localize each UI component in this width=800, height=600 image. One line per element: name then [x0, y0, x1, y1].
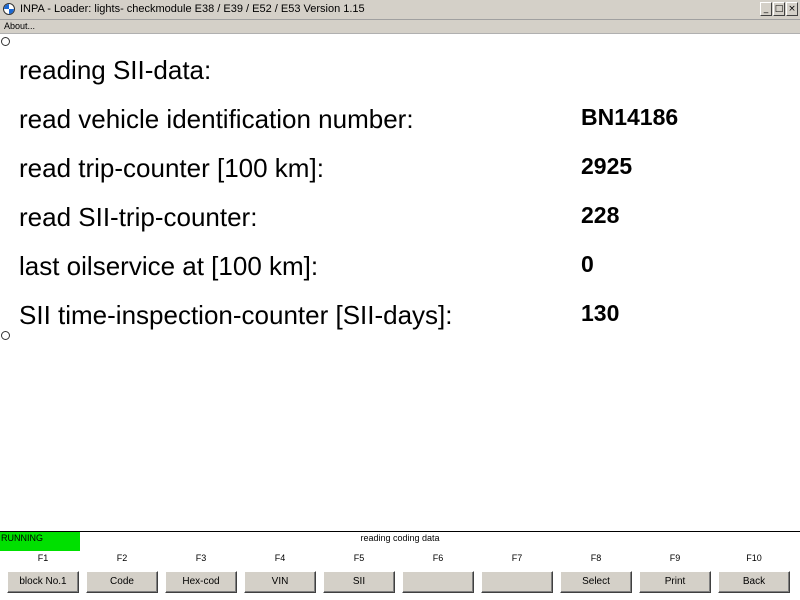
- content-area: reading SII-data: read vehicle identific…: [0, 35, 800, 530]
- row-label: last oilservice at [100 km]:: [19, 251, 319, 281]
- window-title: INPA - Loader: lights- checkmodule E38 /…: [20, 3, 365, 15]
- fkey-button-f7[interactable]: [481, 571, 553, 593]
- fkey-label-f4: F4: [274, 553, 286, 563]
- fkey-button-f6[interactable]: [402, 571, 474, 593]
- fkey-label-f8: F8: [590, 553, 602, 563]
- row-value: 130: [581, 300, 620, 326]
- circle-marker-icon: [1, 37, 10, 46]
- row-value: BN14186: [581, 104, 679, 130]
- row-label: read vehicle identification number:: [19, 104, 414, 134]
- data-row-sii-trip-counter: read SII-trip-counter: 228: [0, 202, 800, 238]
- fkey-button-f10[interactable]: Back: [718, 571, 790, 593]
- fkey-button-f9[interactable]: Print: [639, 571, 711, 593]
- data-row-trip-counter: read trip-counter [100 km]: 2925: [0, 153, 800, 189]
- fkey-button-f5[interactable]: SII: [323, 571, 395, 593]
- close-button[interactable]: ×: [786, 2, 798, 16]
- section-heading: reading SII-data:: [19, 55, 212, 85]
- fkey-button-f8[interactable]: Select: [560, 571, 632, 593]
- fkey-label-f10: F10: [746, 553, 762, 563]
- fkey-button-f3[interactable]: Hex-cod: [165, 571, 237, 593]
- minimize-button[interactable]: _: [760, 2, 772, 16]
- maximize-button[interactable]: □: [773, 2, 785, 16]
- fkey-label-f7: F7: [511, 553, 523, 563]
- row-label: read trip-counter [100 km]:: [19, 153, 324, 183]
- row-label: SII time-inspection-counter [SII-days]:: [19, 300, 453, 330]
- fkey-label-f3: F3: [195, 553, 207, 563]
- inpa-window: INPA - Loader: lights- checkmodule E38 /…: [0, 0, 800, 600]
- fkey-label-f2: F2: [116, 553, 128, 563]
- row-label: read SII-trip-counter:: [19, 202, 258, 232]
- fkey-label-f6: F6: [432, 553, 444, 563]
- data-row-last-oilservice: last oilservice at [100 km]: 0: [0, 251, 800, 287]
- circle-marker-icon: [1, 331, 10, 340]
- fkey-button-f2[interactable]: Code: [86, 571, 158, 593]
- status-badge: RUNNING: [0, 532, 80, 552]
- function-key-bar: F1 F2 F3 F4 F5 F6 F7 F8 F9 F10 block No.…: [0, 551, 800, 600]
- row-value: 0: [581, 251, 594, 277]
- fkey-label-f5: F5: [353, 553, 365, 563]
- fkey-label-f9: F9: [669, 553, 681, 563]
- data-row-vin: read vehicle identification number: BN14…: [0, 104, 800, 140]
- fkey-label-f1: F1: [37, 553, 49, 563]
- row-value: 2925: [581, 153, 633, 179]
- status-message: reading coding data: [360, 533, 440, 543]
- menu-bar: About...: [0, 20, 800, 34]
- row-value: 228: [581, 202, 620, 228]
- bmw-logo-icon[interactable]: [3, 3, 15, 15]
- heading-row: reading SII-data:: [0, 55, 800, 91]
- data-row-time-inspection: SII time-inspection-counter [SII-days]: …: [0, 300, 800, 336]
- title-bar: INPA - Loader: lights- checkmodule E38 /…: [0, 0, 800, 20]
- status-bar: reading coding data RUNNING: [0, 531, 800, 552]
- fkey-button-f4[interactable]: VIN: [244, 571, 316, 593]
- menu-about[interactable]: About...: [4, 21, 35, 31]
- fkey-button-f1[interactable]: block No.1: [7, 571, 79, 593]
